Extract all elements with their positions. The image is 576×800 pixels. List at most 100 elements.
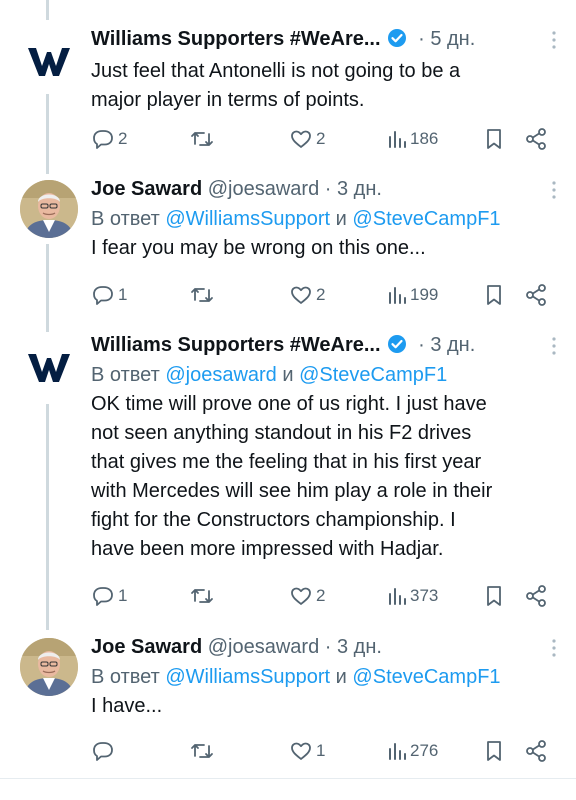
share-button[interactable]	[525, 737, 547, 765]
action-bar: 2 2 186	[91, 125, 551, 153]
tweet-text-line: not seen anything standout in his F2 dri…	[91, 422, 472, 444]
timestamp[interactable]: 3 дн.	[430, 334, 475, 356]
like-button[interactable]: 2	[289, 281, 325, 309]
user-handle[interactable]: @joesaward	[208, 636, 319, 658]
heart-icon	[291, 742, 311, 760]
reply-button[interactable]: 1	[91, 281, 127, 309]
display-name[interactable]: Williams Supporters #WeAre...	[91, 334, 381, 356]
views-count: 276	[410, 741, 439, 760]
tweet-text-line: with Mercedes will see him play a role i…	[91, 480, 493, 502]
retweet-icon	[191, 132, 213, 146]
mention-link[interactable]: @WilliamsSupport	[165, 666, 330, 688]
comment-icon	[93, 286, 113, 305]
mention-link[interactable]: @SteveCampF1	[352, 208, 500, 230]
views-button[interactable]: 186	[387, 125, 438, 153]
share-button[interactable]	[525, 125, 547, 153]
more-icon[interactable]	[544, 334, 564, 358]
comment-icon	[93, 742, 113, 761]
bookmark-button[interactable]	[484, 125, 504, 153]
share-icon	[526, 128, 546, 150]
timestamp[interactable]: 5 дн.	[430, 28, 475, 50]
tweet-text: I fear you may be wrong on this one...	[91, 234, 556, 263]
views-count: 373	[410, 586, 439, 605]
mention-link[interactable]: @SteveCampF1	[299, 364, 447, 386]
like-count: 1	[316, 741, 326, 760]
display-name[interactable]: Joe Saward	[91, 636, 202, 658]
tweet-text: Just feel that Antonelli is not going to…	[91, 57, 556, 115]
retweet-button[interactable]	[189, 737, 218, 765]
display-name[interactable]: Joe Saward	[91, 178, 202, 200]
bottom-divider	[0, 778, 576, 779]
separator-dot: ·	[418, 28, 425, 50]
like-count: 2	[316, 129, 326, 148]
tweet-header: Williams Supporters #WeAre... · 5 дн.	[91, 24, 556, 54]
display-name[interactable]: Williams Supporters #WeAre...	[91, 28, 381, 50]
views-icon	[389, 588, 406, 605]
like-button[interactable]: 1	[289, 737, 325, 765]
views-icon	[389, 131, 406, 148]
bookmark-icon	[487, 741, 501, 761]
share-button[interactable]	[525, 582, 547, 610]
views-button[interactable]: 276	[387, 737, 438, 765]
like-button[interactable]: 2	[289, 125, 325, 153]
reply-button[interactable]: 1	[91, 582, 127, 610]
views-count: 199	[410, 285, 439, 304]
reply-button[interactable]: 2	[91, 125, 127, 153]
action-bar: 1 2 199	[91, 281, 551, 309]
profile-photo-icon	[20, 638, 78, 696]
more-icon[interactable]	[544, 178, 564, 202]
thread-line	[46, 244, 49, 332]
tweet-header: Joe Saward @joesaward · 3 дн.	[91, 174, 556, 204]
views-button[interactable]: 373	[387, 582, 438, 610]
share-icon	[526, 740, 546, 762]
bookmark-button[interactable]	[484, 582, 504, 610]
mention-link[interactable]: @SteveCampF1	[352, 666, 500, 688]
views-button[interactable]: 199	[387, 281, 438, 309]
action-bar: 1 276	[91, 737, 551, 765]
tweet-text: OK time will prove one of us right. I ju…	[91, 390, 556, 564]
tweet-text-line: Just feel that Antonelli is not going to…	[91, 60, 461, 82]
reply-count: 1	[118, 586, 128, 605]
action-bar: 1 2 373	[91, 582, 551, 610]
williams-avatar[interactable]	[20, 336, 78, 394]
views-count: 186	[410, 129, 439, 148]
tweet-header: Joe Saward @joesaward · 3 дн.	[91, 632, 556, 662]
thread-line	[46, 404, 49, 630]
reply-count: 2	[118, 129, 128, 148]
bookmark-button[interactable]	[484, 281, 504, 309]
reply-separator: и	[330, 208, 353, 230]
thread-line	[46, 0, 49, 20]
user-handle[interactable]: @joesaward	[208, 178, 319, 200]
timestamp[interactable]: 3 дн.	[337, 178, 382, 200]
tweet-header: Williams Supporters #WeAre... · 3 дн.	[91, 330, 556, 360]
retweet-button[interactable]	[189, 125, 218, 153]
mention-link[interactable]: @WilliamsSupport	[165, 208, 330, 230]
williams-logo-icon	[28, 354, 70, 382]
heart-icon	[291, 587, 311, 605]
like-count: 2	[316, 285, 326, 304]
retweet-button[interactable]	[189, 281, 218, 309]
more-icon[interactable]	[544, 636, 564, 660]
williams-logo-icon	[28, 48, 70, 76]
reply-context: В ответ @WilliamsSupport и @SteveCampF1	[91, 662, 556, 692]
reply-button[interactable]	[91, 737, 118, 765]
williams-avatar[interactable]	[20, 30, 78, 88]
joe-saward-avatar[interactable]	[20, 638, 78, 696]
reply-prefix: В ответ	[91, 364, 166, 386]
more-icon[interactable]	[544, 28, 564, 52]
mention-link[interactable]: @joesaward	[165, 364, 276, 386]
tweet-text-line: OK time will prove one of us right. I ju…	[91, 393, 487, 415]
heart-icon	[291, 130, 311, 148]
joe-saward-avatar[interactable]	[20, 180, 78, 238]
bookmark-icon	[487, 586, 501, 606]
retweet-button[interactable]	[189, 582, 218, 610]
share-button[interactable]	[525, 281, 547, 309]
like-button[interactable]: 2	[289, 582, 325, 610]
separator-dot: ·	[324, 636, 332, 658]
verified-badge-icon	[387, 27, 407, 57]
bookmark-button[interactable]	[484, 737, 504, 765]
reply-count: 1	[118, 285, 128, 304]
retweet-icon	[191, 744, 213, 758]
timestamp[interactable]: 3 дн.	[337, 636, 382, 658]
tweet-text-line: I have...	[91, 695, 163, 717]
